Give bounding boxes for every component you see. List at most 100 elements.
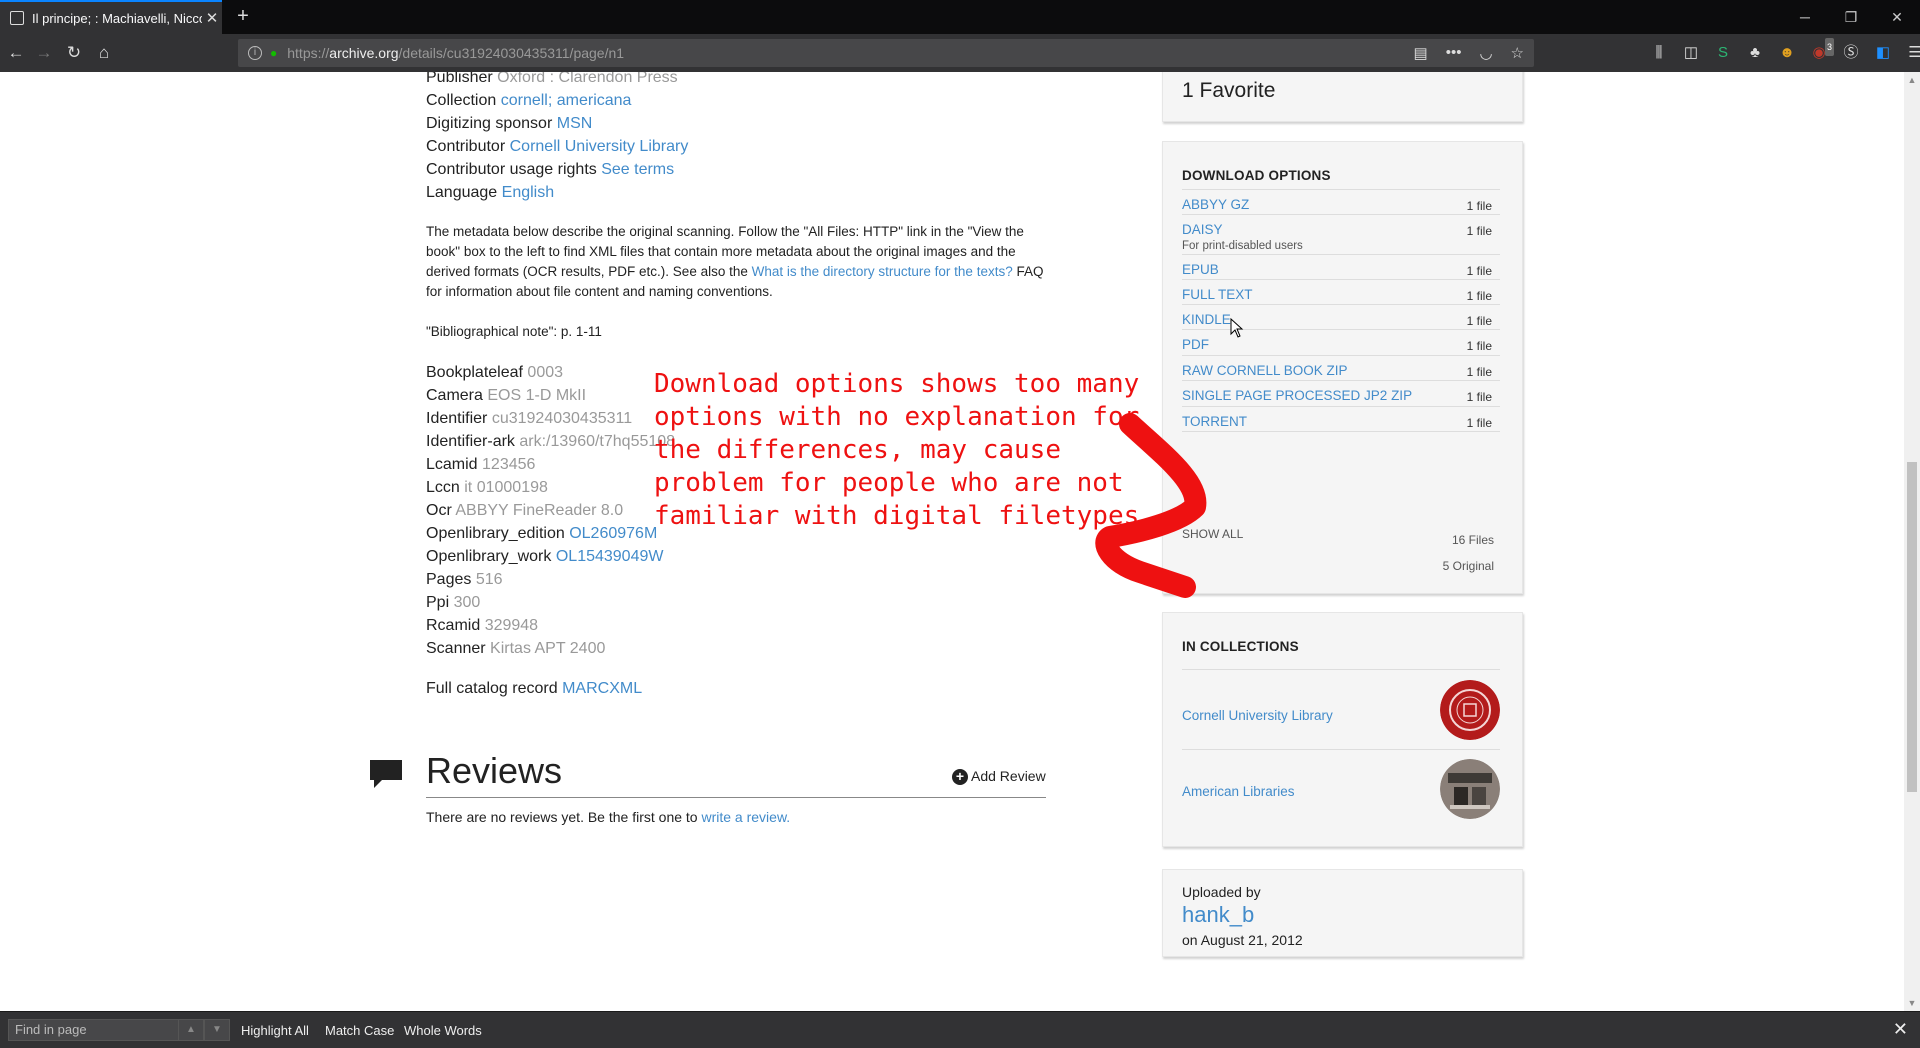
download-format-link[interactable]: KINDLE: [1182, 312, 1231, 327]
restore-button[interactable]: ❐: [1828, 0, 1874, 34]
whole-words-toggle[interactable]: Whole Words: [404, 1023, 482, 1038]
find-input[interactable]: Find in page: [8, 1019, 180, 1041]
download-option-row[interactable]: TORRENT 1 file: [1182, 406, 1500, 431]
extension-bird-icon[interactable]: ♣: [1746, 44, 1764, 62]
metadata-key: Ppi: [426, 594, 450, 611]
page-actions-icon[interactable]: •••: [1446, 44, 1462, 62]
metadata-value: Oxford : Clarendon Press: [497, 72, 678, 86]
metadata-value: ark:/13960/t7hq55108: [519, 433, 676, 450]
download-option-row[interactable]: RAW CORNELL BOOK ZIP 1 file: [1182, 355, 1500, 380]
page-scrollbar[interactable]: ▲ ▼: [1904, 72, 1920, 1011]
marcxml-link[interactable]: MARCXML: [562, 680, 642, 697]
reader-view-icon[interactable]: ▤: [1414, 44, 1428, 62]
directory-structure-link[interactable]: What is the directory structure for the …: [752, 264, 1013, 279]
reload-button[interactable]: ↻: [62, 42, 86, 64]
metadata-row: Identifier cu31924030435311: [426, 407, 675, 430]
new-tab-button[interactable]: +: [232, 6, 254, 28]
scrollbar-thumb[interactable]: [1907, 462, 1917, 792]
match-case-toggle[interactable]: Match Case: [325, 1023, 394, 1038]
metadata-value: 0003: [527, 364, 564, 381]
uploader-box: Uploaded by hank_b on August 21, 2012: [1162, 869, 1523, 957]
download-file-count: 1 file: [1466, 314, 1492, 328]
favorites-box: 1 Favorite: [1162, 72, 1523, 122]
metadata-key: Ocr: [426, 502, 452, 519]
url-bar[interactable]: i ● https://archive.org/details/cu319240…: [238, 39, 1534, 67]
metadata-key: Pages: [426, 571, 472, 588]
metadata-value[interactable]: OL15439049W: [556, 548, 664, 565]
metadata-value[interactable]: MSN: [557, 115, 593, 132]
sidebar-icon[interactable]: ◫: [1682, 44, 1700, 62]
metadata-key: Scanner: [426, 640, 486, 657]
metadata-key: Contributor: [426, 138, 506, 155]
bookmark-star-icon[interactable]: ☆: [1511, 44, 1524, 62]
collection-name[interactable]: American Libraries: [1182, 784, 1295, 799]
original-files: 5 Original: [1442, 559, 1494, 573]
scroll-up-icon[interactable]: ▲: [1904, 72, 1920, 88]
metadata-value[interactable]: See terms: [601, 161, 674, 178]
download-option-row[interactable]: EPUB 1 file: [1182, 254, 1500, 279]
metadata-row: Contributor usage rights See terms: [426, 158, 688, 181]
tab-active[interactable]: Il principe; : Machiavelli, Niccolò ✕: [0, 0, 222, 34]
find-next-icon[interactable]: ▼: [204, 1019, 230, 1041]
reviews-heading: Reviews: [426, 750, 563, 791]
catalog-record: Full catalog record MARCXML: [426, 680, 643, 697]
lock-icon: ●: [270, 46, 278, 60]
metadata-key: Collection: [426, 92, 497, 109]
metadata-value[interactable]: English: [502, 184, 554, 201]
speech-bubble-icon: [370, 760, 402, 788]
find-close-icon[interactable]: ✕: [1893, 1019, 1908, 1040]
forward-button[interactable]: →: [32, 42, 56, 64]
extension-translate-icon[interactable]: ◧: [1874, 44, 1892, 62]
minimize-button[interactable]: ─: [1782, 0, 1828, 34]
metadata-key: Contributor usage rights: [426, 161, 597, 178]
download-file-count: 1 file: [1466, 289, 1492, 303]
find-previous-icon[interactable]: ▲: [178, 1019, 204, 1041]
add-review-button[interactable]: + Add Review: [952, 768, 1046, 785]
metadata-value[interactable]: OL260976M: [569, 525, 657, 542]
pocket-icon[interactable]: ◡: [1479, 44, 1492, 62]
scan-note-paragraph: The metadata below describe the original…: [426, 224, 1044, 299]
back-button[interactable]: ←: [4, 42, 28, 64]
download-format-link[interactable]: SINGLE PAGE PROCESSED JP2 ZIP: [1182, 388, 1412, 403]
highlight-all-toggle[interactable]: Highlight All: [241, 1023, 309, 1038]
download-format-link[interactable]: FULL TEXT: [1182, 287, 1253, 302]
url-text[interactable]: https://archive.org/details/cu3192403043…: [287, 45, 1413, 61]
download-format-link[interactable]: RAW CORNELL BOOK ZIP: [1182, 363, 1348, 378]
download-option-row[interactable]: DAISY 1 file For print-disabled users: [1182, 214, 1500, 254]
metadata-value: Kirtas APT 2400: [490, 640, 606, 657]
download-option-row[interactable]: SINGLE PAGE PROCESSED JP2 ZIP 1 file: [1182, 380, 1500, 406]
metadata-row: Openlibrary_work OL15439049W: [426, 545, 675, 568]
extension-s2-icon[interactable]: Ⓢ: [1842, 44, 1860, 62]
collection-item[interactable]: Cornell University Library: [1182, 669, 1500, 749]
home-button[interactable]: ⌂: [92, 42, 116, 64]
tab-close-icon[interactable]: ✕: [202, 9, 222, 27]
bibliographical-note: "Bibliographical note": p. 1-11: [426, 324, 602, 339]
library-icon[interactable]: ⫼: [1650, 44, 1668, 62]
metadata-row: Ppi 300: [426, 591, 675, 614]
extension-face-icon[interactable]: ☻: [1778, 44, 1796, 62]
site-info-icon[interactable]: i: [248, 46, 262, 60]
extension-s-icon[interactable]: S: [1714, 44, 1732, 62]
write-review-link[interactable]: write a review.: [701, 809, 790, 825]
menu-icon[interactable]: ☰: [1906, 44, 1920, 62]
download-format-link[interactable]: PDF: [1182, 337, 1209, 352]
download-format-link[interactable]: ABBYY GZ: [1182, 197, 1249, 212]
close-window-button[interactable]: ✕: [1874, 0, 1920, 34]
download-option-row[interactable]: ABBYY GZ 1 file: [1182, 189, 1500, 214]
download-format-link[interactable]: EPUB: [1182, 262, 1219, 277]
uploaded-by-label: Uploaded by: [1182, 884, 1261, 900]
metadata-value[interactable]: cornell; americana: [501, 92, 632, 109]
download-format-link[interactable]: DAISY: [1182, 222, 1223, 237]
american-libraries-thumbnail-icon: [1440, 759, 1500, 819]
collection-item[interactable]: American Libraries: [1182, 749, 1500, 831]
collection-name[interactable]: Cornell University Library: [1182, 708, 1333, 723]
ublock-icon[interactable]: ◉ 3: [1810, 38, 1834, 62]
scroll-down-icon[interactable]: ▼: [1904, 995, 1920, 1011]
download-option-row[interactable]: FULL TEXT 1 file: [1182, 279, 1500, 304]
uploader-link[interactable]: hank_b: [1182, 902, 1254, 928]
download-list-divider: [1182, 431, 1500, 432]
reviews-divider: [426, 797, 1046, 798]
metadata-value: EOS 1-D MkII: [487, 387, 587, 404]
archive-favicon-icon: [10, 11, 24, 25]
metadata-value[interactable]: Cornell University Library: [510, 138, 689, 155]
